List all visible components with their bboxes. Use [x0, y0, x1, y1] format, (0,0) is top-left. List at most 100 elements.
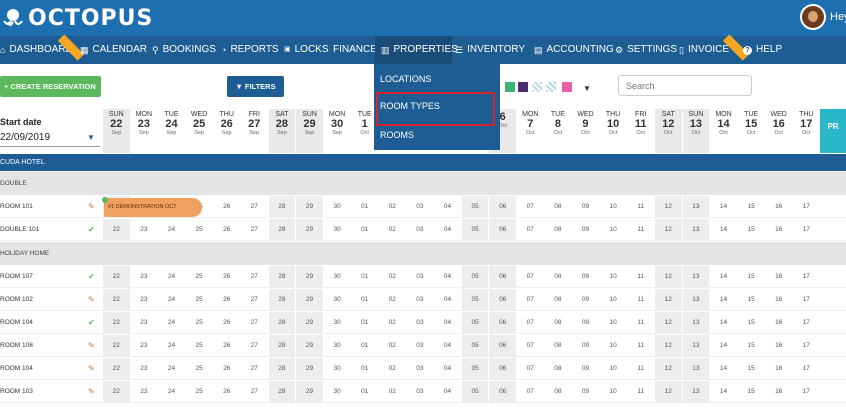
dropdown-item-rooms[interactable]: ROOMS [380, 130, 414, 140]
calendar-cell[interactable]: 17 [793, 335, 820, 357]
chevron-down-icon[interactable]: ▼ [87, 133, 95, 142]
calendar-cell[interactable]: 09 [572, 196, 599, 218]
calendar-cell[interactable]: 30 [324, 335, 351, 357]
calendar-cell[interactable]: 28 [268, 219, 296, 241]
calendar-cell[interactable]: 15 [738, 219, 765, 241]
calendar-cell[interactable]: 17 [793, 312, 820, 334]
calendar-cell[interactable]: 12 [655, 289, 682, 311]
calendar-cell[interactable]: 04 [434, 289, 461, 311]
calendar-cell[interactable]: 16 [765, 381, 792, 403]
calendar-cell[interactable]: 27 [241, 266, 268, 288]
calendar-cell[interactable]: 13 [682, 219, 710, 241]
calendar-cell[interactable]: 26 [213, 335, 240, 357]
calendar-cell[interactable]: 08 [545, 219, 572, 241]
calendar-cell[interactable]: 10 [600, 266, 627, 288]
calendar-cell[interactable]: 25 [186, 381, 213, 403]
calendar-cell[interactable]: 22 [103, 219, 130, 241]
calendar-cell[interactable]: 28 [268, 266, 296, 288]
check-icon[interactable]: ✔ [88, 312, 95, 334]
calendar-cell[interactable]: 03 [407, 358, 434, 380]
calendar-cell[interactable]: 28 [268, 358, 296, 380]
calendar-cell[interactable]: 03 [407, 266, 434, 288]
calendar-cell[interactable]: 23 [131, 266, 158, 288]
calendar-cell[interactable]: 03 [407, 219, 434, 241]
calendar-cell[interactable]: 16 [765, 289, 792, 311]
nav-inventory[interactable]: ☰ INVENTORY [455, 36, 525, 64]
calendar-cell[interactable]: 05 [461, 381, 489, 403]
calendar-cell[interactable]: 06 [489, 381, 516, 403]
nav-reports[interactable]: ◔ REPORTS [221, 36, 279, 64]
calendar-cell[interactable]: 04 [434, 381, 461, 403]
calendar-cell[interactable]: 16 [765, 266, 792, 288]
create-reservation-button[interactable]: + CREATE RESERVATION [0, 76, 101, 97]
calendar-cell[interactable]: 29 [296, 381, 323, 403]
dropdown-item-locations[interactable]: LOCATIONS [380, 74, 431, 84]
calendar-cell[interactable]: 05 [461, 289, 489, 311]
calendar-cell[interactable]: 30 [324, 196, 351, 218]
nav-settings[interactable]: ⚙ SETTINGS [615, 36, 677, 64]
calendar-cell[interactable]: 14 [710, 289, 737, 311]
calendar-cell[interactable]: 22 [103, 289, 130, 311]
start-date-value[interactable]: 22/09/2019 [0, 132, 50, 143]
chevron-down-icon[interactable]: ▼ [583, 84, 591, 93]
calendar-cell[interactable]: 14 [710, 381, 737, 403]
calendar-cell[interactable]: 05 [461, 266, 489, 288]
calendar-cell[interactable]: 11 [627, 381, 654, 403]
calendar-cell[interactable]: 11 [627, 196, 654, 218]
calendar-cell[interactable]: 03 [407, 289, 434, 311]
calendar-cell[interactable]: 30 [324, 219, 351, 241]
calendar-cell[interactable]: 29 [296, 358, 323, 380]
calendar-cell[interactable]: 07 [517, 196, 544, 218]
room-name[interactable]: ROOM 104 [0, 312, 33, 334]
calendar-cell[interactable]: 26 [213, 219, 240, 241]
calendar-cell[interactable]: 14 [710, 266, 737, 288]
calendar-cell[interactable]: 13 [682, 381, 710, 403]
calendar-cell[interactable]: 13 [682, 335, 710, 357]
calendar-cell[interactable]: 08 [545, 289, 572, 311]
calendar-cell[interactable]: 26 [213, 196, 240, 218]
calendar-cell[interactable]: 15 [738, 358, 765, 380]
color-swatch[interactable] [505, 82, 515, 92]
room-name[interactable]: ROOM 107 [0, 266, 33, 288]
calendar-cell[interactable]: 25 [186, 219, 213, 241]
calendar-cell[interactable]: 28 [268, 289, 296, 311]
calendar-cell[interactable]: 02 [379, 289, 406, 311]
nav-accounting[interactable]: ▤ ACCOUNTING [534, 36, 614, 64]
calendar-cell[interactable]: 07 [517, 358, 544, 380]
broom-icon[interactable]: ✎ [88, 289, 95, 311]
calendar-cell[interactable]: 28 [268, 312, 296, 334]
calendar-cell[interactable]: 15 [738, 335, 765, 357]
calendar-cell[interactable]: 08 [545, 266, 572, 288]
prev-button[interactable]: PR [820, 109, 846, 153]
calendar-cell[interactable]: 22 [103, 312, 130, 334]
calendar-cell[interactable]: 14 [710, 196, 737, 218]
calendar-cell[interactable]: 07 [517, 312, 544, 334]
calendar-cell[interactable]: 15 [738, 381, 765, 403]
calendar-cell[interactable]: 27 [241, 358, 268, 380]
calendar-cell[interactable]: 12 [655, 381, 682, 403]
calendar-cell[interactable]: 22 [103, 381, 130, 403]
calendar-cell[interactable]: 12 [655, 312, 682, 334]
calendar-cell[interactable]: 04 [434, 358, 461, 380]
calendar-cell[interactable]: 25 [186, 335, 213, 357]
calendar-cell[interactable]: 02 [379, 358, 406, 380]
calendar-cell[interactable]: 23 [131, 381, 158, 403]
calendar-cell[interactable]: 27 [241, 289, 268, 311]
calendar-cell[interactable]: 16 [765, 335, 792, 357]
calendar-cell[interactable]: 09 [572, 312, 599, 334]
calendar-cell[interactable]: 15 [738, 196, 765, 218]
user-greeting[interactable]: Hey [830, 11, 846, 23]
calendar-cell[interactable]: 28 [268, 196, 296, 218]
room-name[interactable]: ROOM 103 [0, 381, 33, 403]
calendar-cell[interactable]: 12 [655, 335, 682, 357]
calendar-cell[interactable]: 24 [158, 289, 185, 311]
calendar-cell[interactable]: 15 [738, 266, 765, 288]
calendar-cell[interactable]: 17 [793, 358, 820, 380]
calendar-cell[interactable]: 13 [682, 196, 710, 218]
calendar-cell[interactable]: 08 [545, 358, 572, 380]
calendar-cell[interactable]: 27 [241, 312, 268, 334]
calendar-cell[interactable]: 01 [351, 266, 378, 288]
calendar-cell[interactable]: 10 [600, 358, 627, 380]
calendar-cell[interactable]: 01 [351, 335, 378, 357]
calendar-cell[interactable]: 30 [324, 289, 351, 311]
